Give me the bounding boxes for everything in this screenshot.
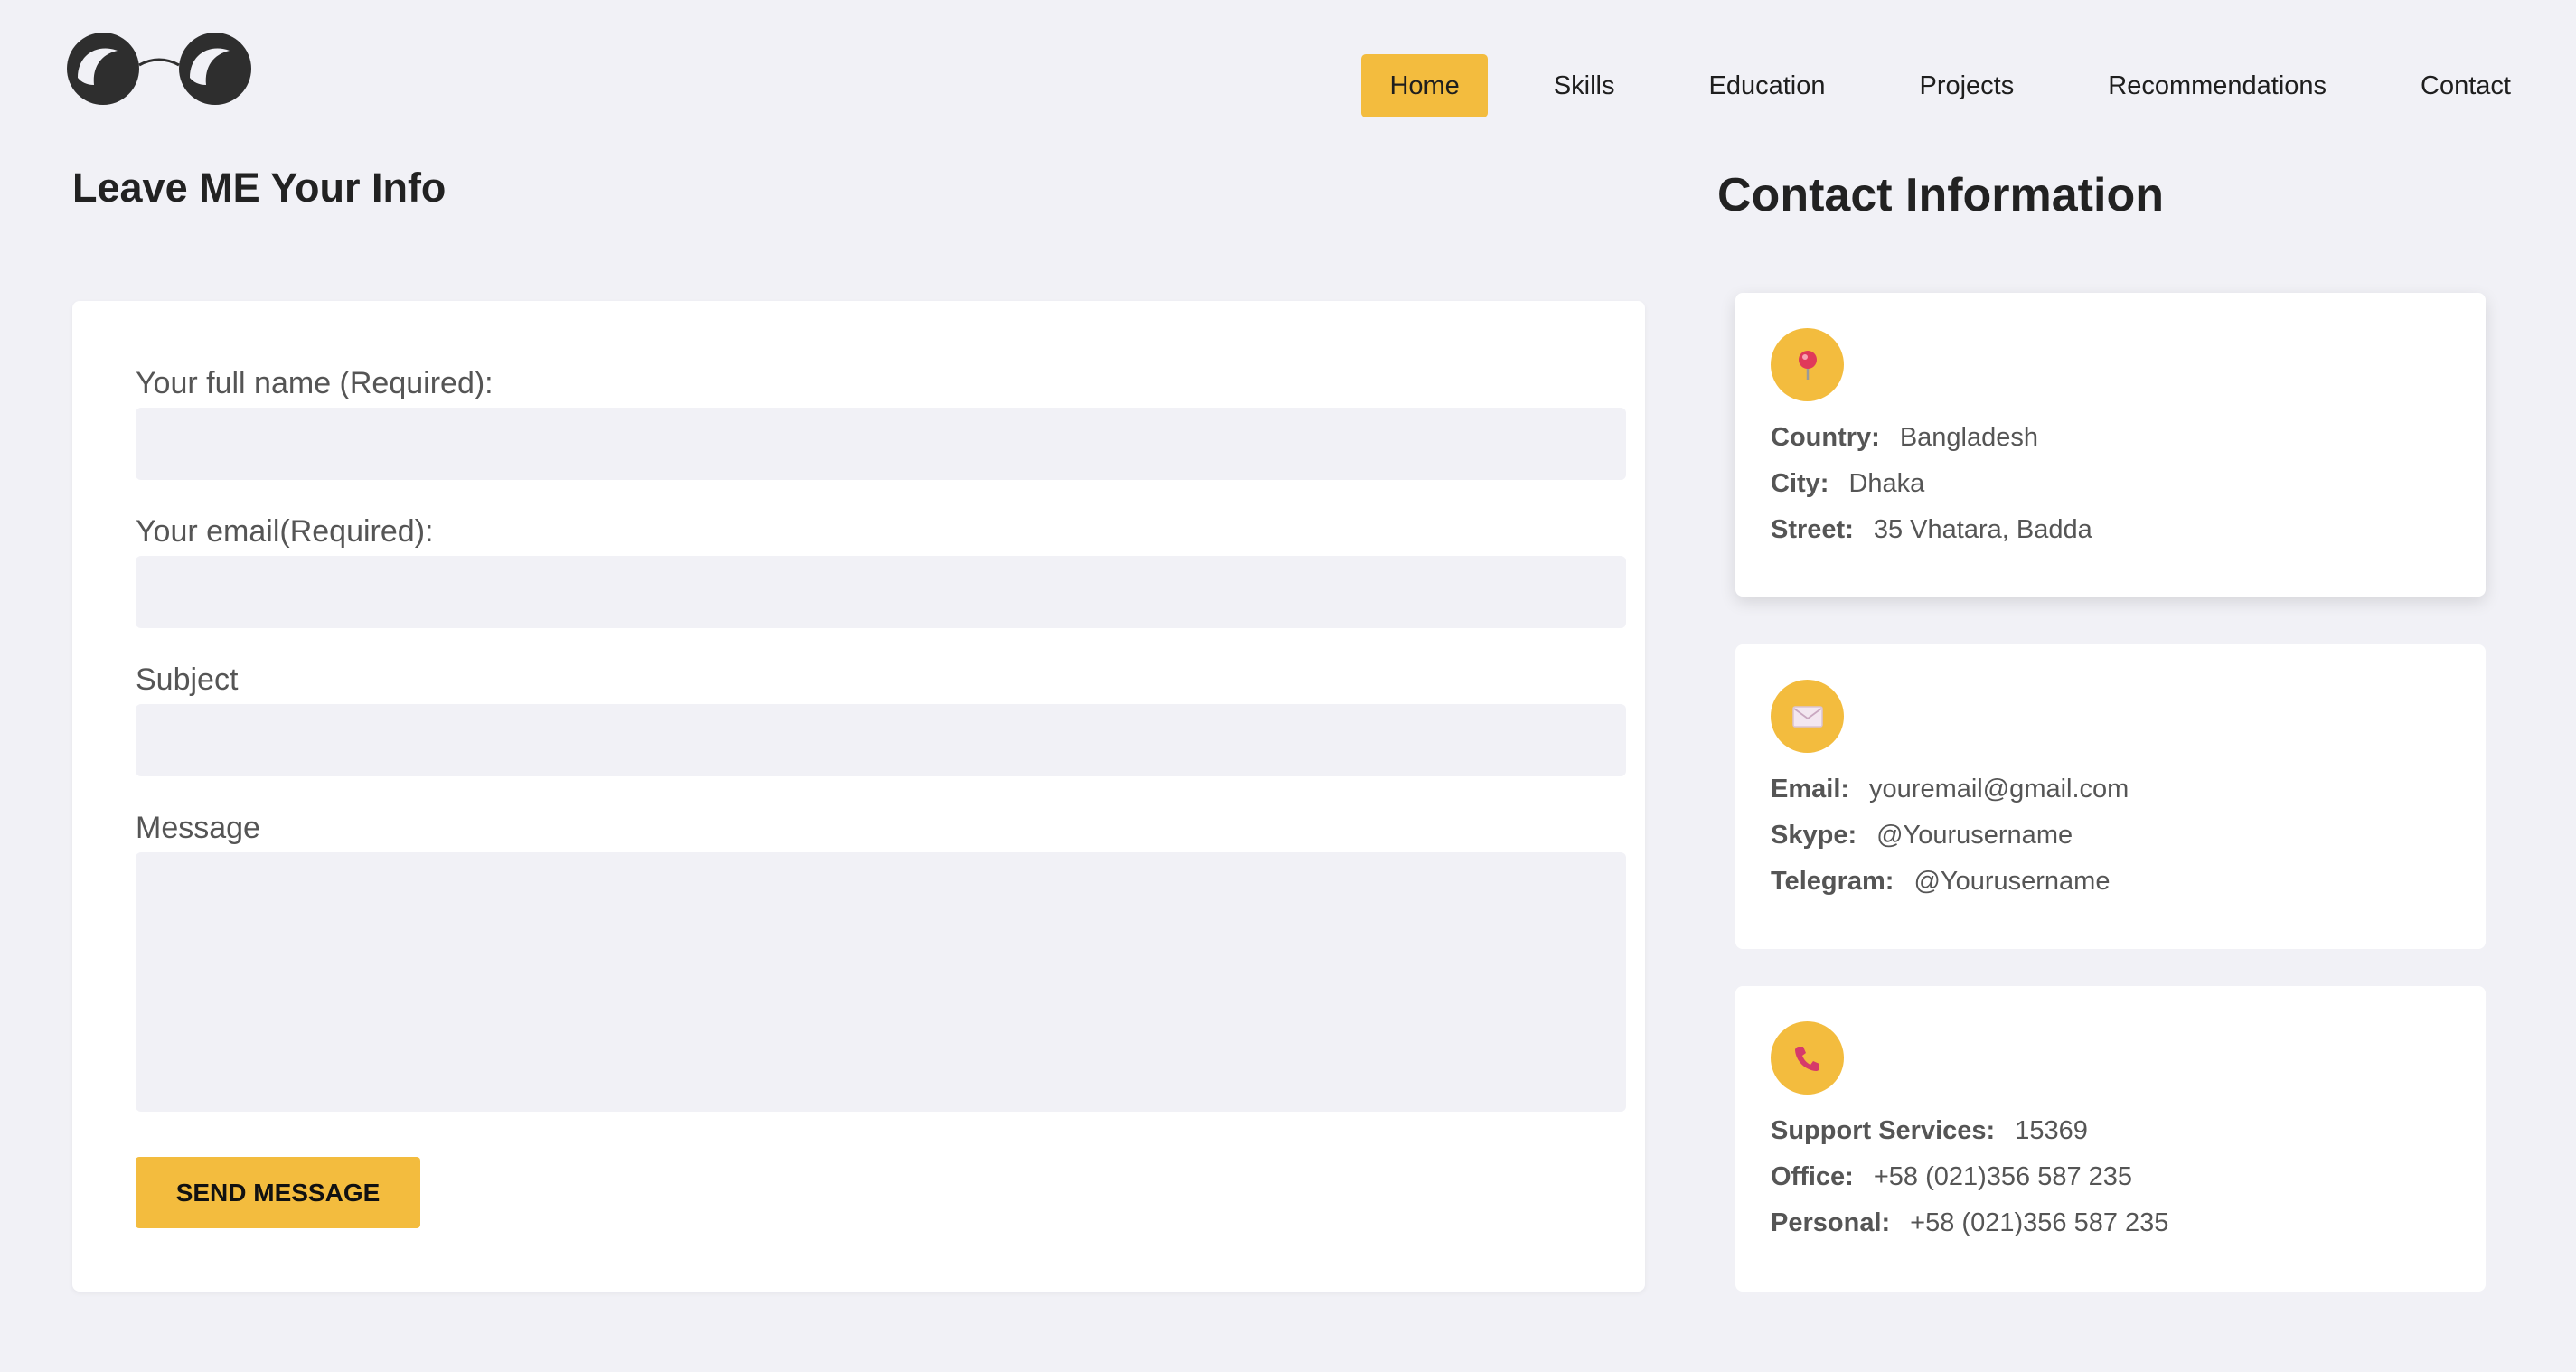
support-key: Support Services:	[1771, 1116, 1996, 1145]
office-value[interactable]: +58 (021)356 587 235	[1874, 1162, 2132, 1191]
email-input[interactable]	[136, 556, 1626, 628]
nav-item-home[interactable]: Home	[1361, 54, 1488, 117]
nav-item-contact[interactable]: Contact	[2393, 54, 2511, 117]
office-row: Office: +58 (021)356 587 235	[1771, 1162, 2132, 1192]
nav-item-skills[interactable]: Skills	[1526, 54, 1643, 117]
contact-form: Your full name (Required): Your email(Re…	[72, 301, 1645, 1292]
phone-card: Support Services: 15369 Office: +58 (021)3…	[1735, 986, 2486, 1292]
message-label: Message	[136, 811, 260, 845]
support-value[interactable]: 15369	[2015, 1116, 2088, 1145]
subject-label: Subject	[136, 663, 239, 697]
email-row: Email: youremail@gmail.com	[1771, 775, 2129, 804]
skype-key: Skype:	[1771, 821, 1857, 850]
support-row: Support Services: 15369	[1771, 1116, 2088, 1146]
email-label: Your email(Required):	[136, 514, 434, 549]
message-textarea[interactable]	[136, 852, 1626, 1112]
nav-item-projects[interactable]: Projects	[1891, 54, 2042, 117]
page: Home Skills Education Projects Recommend…	[0, 0, 2576, 1372]
pin-icon	[1771, 328, 1844, 401]
personal-row: Personal: +58 (021)356 587 235	[1771, 1208, 2168, 1238]
contact-heading: Contact Information	[1717, 169, 2164, 221]
skype-value[interactable]: @Yourusername	[1876, 821, 2073, 850]
location-card: Country: Bangladesh City: Dhaka Street: 35 …	[1735, 293, 2486, 597]
logo-glasses-icon[interactable]	[65, 31, 253, 107]
telegram-row: Telegram: @Yourusername	[1771, 867, 2110, 897]
email-value[interactable]: youremail@gmail.com	[1869, 775, 2129, 803]
street-key: Street:	[1771, 515, 1854, 544]
telegram-value[interactable]: @Yourusername	[1913, 867, 2110, 896]
nav-item-recommendations[interactable]: Recommendations	[2080, 54, 2355, 117]
online-contact-card: Email: youremail@gmail.com Skype: @Youruse…	[1735, 644, 2486, 949]
country-value: Bangladesh	[1899, 423, 2039, 452]
main-nav: Home Skills Education Projects Recommend…	[1323, 54, 2511, 117]
skype-row: Skype: @Yourusername	[1771, 821, 2073, 850]
name-input[interactable]	[136, 408, 1626, 480]
office-key: Office:	[1771, 1162, 1854, 1191]
nav-item-education[interactable]: Education	[1680, 54, 1853, 117]
city-row: City: Dhaka	[1771, 469, 1924, 499]
street-row: Street: 35 Vhatara, Badda	[1771, 515, 2092, 545]
city-value: Dhaka	[1848, 469, 1925, 498]
name-label: Your full name (Required):	[136, 366, 494, 400]
send-message-button[interactable]: SEND MESSAGE	[136, 1157, 420, 1228]
personal-value[interactable]: +58 (021)356 587 235	[1910, 1208, 2168, 1237]
country-key: Country:	[1771, 423, 1880, 452]
city-key: City:	[1771, 469, 1829, 498]
subject-input[interactable]	[136, 704, 1626, 776]
street-value: 35 Vhatara, Badda	[1873, 515, 2092, 544]
envelope-icon	[1771, 680, 1844, 753]
email-key: Email:	[1771, 775, 1850, 803]
country-row: Country: Bangladesh	[1771, 423, 2038, 453]
personal-key: Personal:	[1771, 1208, 1891, 1237]
phone-icon	[1771, 1021, 1844, 1095]
form-heading: Leave ME Your Info	[72, 164, 447, 211]
telegram-key: Telegram:	[1771, 867, 1894, 896]
